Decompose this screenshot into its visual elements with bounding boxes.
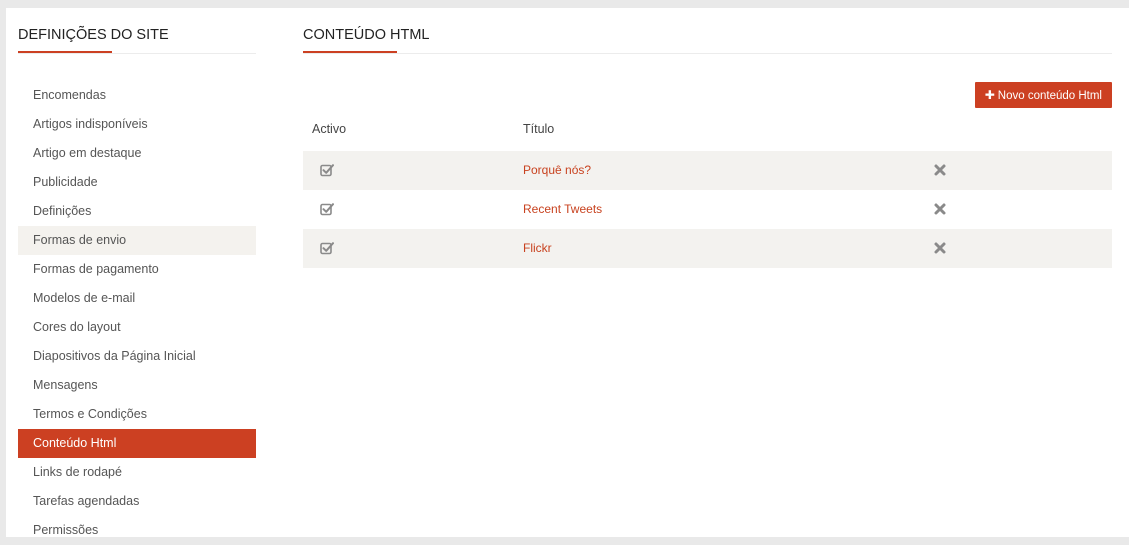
checked-checkbox-icon[interactable]: [320, 163, 334, 177]
table-row: Recent Tweets: [303, 190, 1112, 229]
page-title-underline: [303, 51, 1112, 54]
sidebar-item-permissoes[interactable]: Permissões: [18, 516, 256, 545]
sidebar-item-termos-e-condicoes[interactable]: Termos e Condições: [18, 400, 256, 429]
sidebar-item-formas-de-envio[interactable]: Formas de envio: [18, 226, 256, 255]
html-content-title-link[interactable]: Flickr: [523, 229, 552, 268]
sidebar-item-formas-de-pagamento[interactable]: Formas de pagamento: [18, 255, 256, 284]
sidebar-title-underline: [18, 51, 256, 54]
sidebar-item-links-de-rodape[interactable]: Links de rodapé: [18, 458, 256, 487]
table-header: Activo Título: [303, 122, 1112, 140]
column-header-active: Activo: [312, 122, 347, 136]
column-header-title: Título: [523, 122, 555, 136]
sidebar-item-definicoes[interactable]: Definições: [18, 197, 256, 226]
sidebar-item-artigo-em-destaque[interactable]: Artigo em destaque: [18, 139, 256, 168]
sidebar-item-modelos-de-e-mail[interactable]: Modelos de e-mail: [18, 284, 256, 313]
main-content: CONTEÚDO HTML ✚ Novo conteúdo Html Activo…: [303, 8, 1112, 268]
sidebar-item-diapositivos-da-pagina-inicial[interactable]: Diapositivos da Página Inicial: [18, 342, 256, 371]
sidebar-item-tarefas-agendadas[interactable]: Tarefas agendadas: [18, 487, 256, 516]
sidebar-item-publicidade[interactable]: Publicidade: [18, 168, 256, 197]
delete-icon[interactable]: [933, 163, 947, 177]
html-content-title-link[interactable]: Recent Tweets: [523, 190, 602, 229]
new-html-content-label: Novo conteúdo Html: [997, 90, 1102, 102]
delete-icon[interactable]: [933, 202, 947, 216]
sidebar-item-cores-do-layout[interactable]: Cores do layout: [18, 313, 256, 342]
page-title: CONTEÚDO HTML: [303, 27, 430, 43]
checked-checkbox-icon[interactable]: [320, 202, 334, 216]
html-content-title-link[interactable]: Porquê nós?: [523, 151, 591, 190]
new-html-content-button[interactable]: ✚ Novo conteúdo Html: [974, 82, 1112, 108]
page-frame: DEFINIÇÕES DO SITE Encomendas Artigos ind…: [6, 8, 1129, 537]
sidebar-item-mensagens[interactable]: Mensagens: [18, 371, 256, 400]
sidebar-menu: Encomendas Artigos indisponíveis Artigo em…: [18, 81, 256, 545]
html-content-table: Porquê nós? Recent Tweets Flickr: [303, 151, 1112, 268]
sidebar-item-encomendas[interactable]: Encomendas: [18, 81, 256, 110]
sidebar-item-conteudo-html[interactable]: Conteúdo Html: [18, 429, 256, 458]
delete-icon[interactable]: [933, 241, 947, 255]
sidebar-title: DEFINIÇÕES DO SITE: [18, 27, 169, 43]
plus-icon: ✚: [984, 88, 995, 102]
page-title-accent: [303, 51, 397, 53]
sidebar-item-artigos-indisponiveis[interactable]: Artigos indisponíveis: [18, 110, 256, 139]
table-row: Porquê nós?: [303, 151, 1112, 190]
sidebar: DEFINIÇÕES DO SITE Encomendas Artigos ind…: [18, 8, 256, 545]
sidebar-title-accent: [18, 51, 112, 53]
checked-checkbox-icon[interactable]: [320, 241, 334, 255]
table-row: Flickr: [303, 229, 1112, 268]
